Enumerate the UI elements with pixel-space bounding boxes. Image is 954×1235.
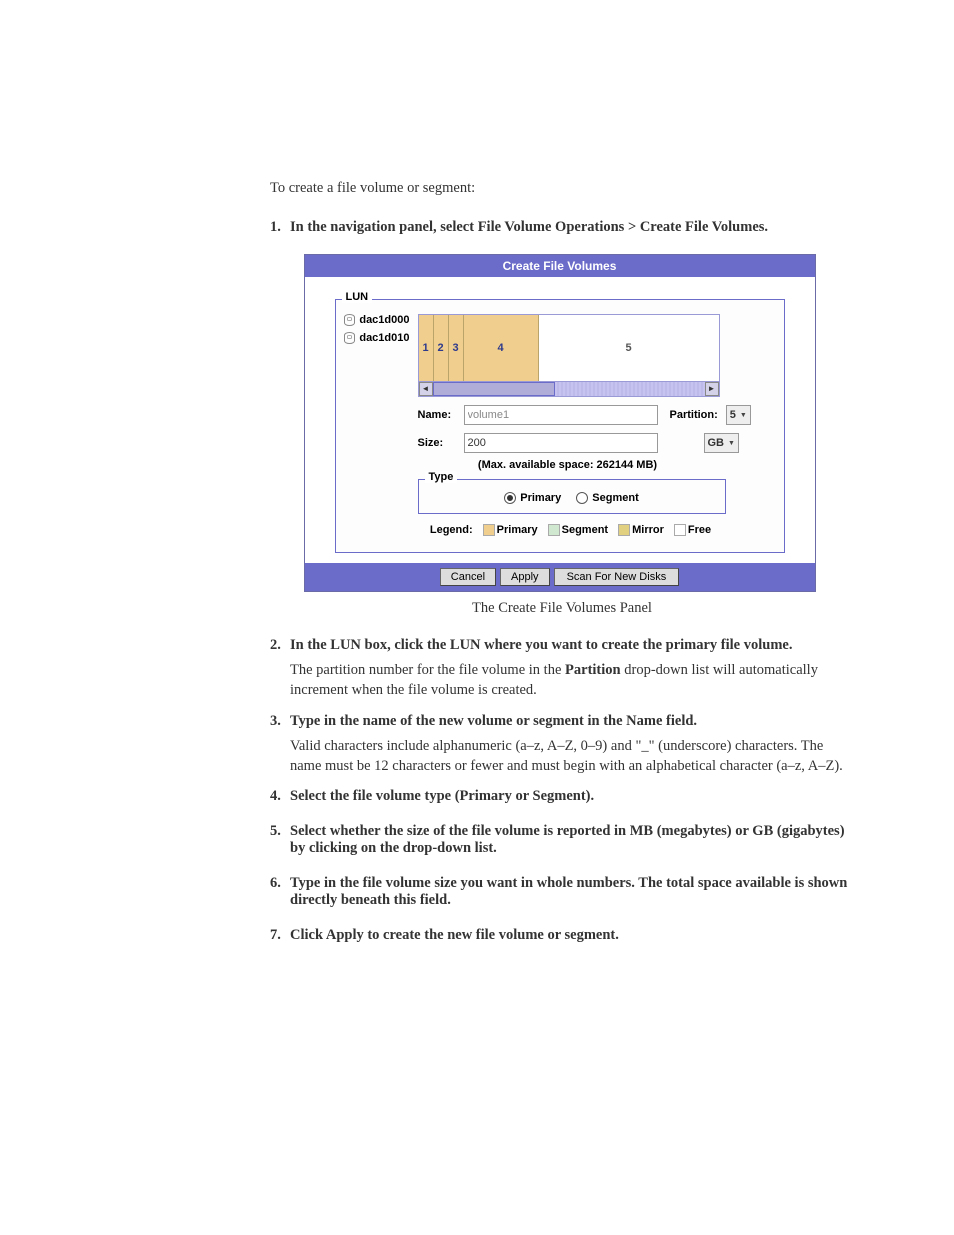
scan-button[interactable]: Scan For New Disks bbox=[554, 568, 680, 586]
legend-label: Legend: bbox=[430, 524, 473, 536]
partition-value: 5 bbox=[730, 409, 736, 421]
type-legend: Type bbox=[425, 471, 458, 483]
panel-title: Create File Volumes bbox=[305, 255, 815, 277]
name-label: Name: bbox=[418, 409, 456, 421]
legend-mirror: Mirror bbox=[632, 524, 664, 536]
lun-list: dac1d000 dac1d010 bbox=[344, 314, 410, 350]
partition-label: Partition: bbox=[670, 409, 718, 421]
step-1-num: 1. bbox=[270, 219, 282, 242]
apply-button[interactable]: Apply bbox=[500, 568, 550, 586]
step-2-num: 2. bbox=[270, 637, 282, 701]
partition-dropdown[interactable]: 5 ▼ bbox=[726, 405, 751, 425]
legend-free: Free bbox=[688, 524, 711, 536]
lun-label: dac1d010 bbox=[359, 332, 409, 344]
partition-cell-2[interactable]: 2 bbox=[434, 315, 449, 381]
step-5-num: 5. bbox=[270, 823, 282, 863]
lun-legend: LUN bbox=[342, 291, 373, 303]
horizontal-scrollbar[interactable]: ◄ ► bbox=[418, 382, 720, 397]
create-file-volumes-panel: Create File Volumes LUN dac1d000 dac1d0 bbox=[304, 254, 816, 592]
scroll-thumb[interactable] bbox=[433, 382, 555, 396]
step-7: 7. Click Apply to create the new file vo… bbox=[270, 927, 854, 950]
step-3: 3. Type in the name of the new volume or… bbox=[270, 713, 854, 777]
legend-primary-swatch bbox=[483, 524, 495, 536]
step-7-num: 7. bbox=[270, 927, 282, 950]
size-input[interactable] bbox=[464, 433, 658, 453]
step-3-num: 3. bbox=[270, 713, 282, 777]
unit-value: GB bbox=[708, 437, 725, 449]
legend-mirror-swatch bbox=[618, 524, 630, 536]
scroll-right-button[interactable]: ► bbox=[705, 382, 719, 396]
lun-item-dac1d010[interactable]: dac1d010 bbox=[344, 332, 410, 344]
cancel-button[interactable]: Cancel bbox=[440, 568, 496, 586]
legend-free-swatch bbox=[674, 524, 686, 536]
lun-label: dac1d000 bbox=[359, 314, 409, 326]
disk-icon bbox=[344, 332, 356, 344]
max-space-text: (Max. available space: 262144 MB) bbox=[418, 459, 718, 471]
step-2-title: In the LUN box, click the LUN where you … bbox=[290, 637, 854, 654]
step-2: 2. In the LUN box, click the LUN where y… bbox=[270, 637, 854, 701]
legend-segment-swatch bbox=[548, 524, 560, 536]
step-6-num: 6. bbox=[270, 875, 282, 915]
step-6: 6. Type in the file volume size you want… bbox=[270, 875, 854, 915]
step-5: 5. Select whether the size of the file v… bbox=[270, 823, 854, 863]
scroll-left-button[interactable]: ◄ bbox=[419, 382, 433, 396]
step-5-title: Select whether the size of the file volu… bbox=[290, 823, 854, 857]
step-3-desc: Valid characters include alphanumeric (a… bbox=[290, 736, 854, 777]
type-fieldset: Type Primary Segment bbox=[418, 479, 726, 514]
step-1: 1. In the navigation panel, select File … bbox=[270, 219, 854, 242]
figure-caption: The Create File Volumes Panel bbox=[270, 600, 854, 617]
unit-dropdown[interactable]: GB ▼ bbox=[704, 433, 739, 453]
legend-primary: Primary bbox=[497, 524, 538, 536]
partition-cell-3[interactable]: 3 bbox=[449, 315, 464, 381]
primary-radio[interactable]: Primary bbox=[504, 492, 561, 504]
radio-on-icon bbox=[504, 492, 516, 504]
lun-item-dac1d000[interactable]: dac1d000 bbox=[344, 314, 410, 326]
chevron-down-icon: ▼ bbox=[728, 440, 735, 447]
segment-radio[interactable]: Segment bbox=[576, 492, 638, 504]
step-2-desc: The partition number for the file volume… bbox=[290, 660, 854, 701]
legend-row: Legend: Primary Segment Mirror Free bbox=[418, 524, 724, 536]
intro-text: To create a file volume or segment: bbox=[270, 180, 854, 197]
step-3-title: Type in the name of the new volume or se… bbox=[290, 713, 854, 730]
legend-segment: Segment bbox=[562, 524, 608, 536]
radio-off-icon bbox=[576, 492, 588, 504]
step-4: 4. Select the file volume type (Primary … bbox=[270, 788, 854, 811]
partition-visual[interactable]: 1 2 3 4 5 bbox=[418, 314, 720, 382]
step-7-title: Click Apply to create the new file volum… bbox=[290, 927, 854, 944]
partition-cell-1[interactable]: 1 bbox=[419, 315, 434, 381]
name-input[interactable] bbox=[464, 405, 658, 425]
chevron-down-icon: ▼ bbox=[740, 412, 747, 419]
lun-fieldset: LUN dac1d000 dac1d010 bbox=[335, 299, 785, 553]
segment-radio-label: Segment bbox=[592, 492, 638, 504]
primary-radio-label: Primary bbox=[520, 492, 561, 504]
step-1-title: In the navigation panel, select File Vol… bbox=[290, 219, 854, 236]
partition-cell-5[interactable]: 5 bbox=[539, 315, 719, 381]
scroll-track[interactable] bbox=[433, 382, 705, 396]
step-6-title: Type in the file volume size you want in… bbox=[290, 875, 854, 909]
panel-footer: Cancel Apply Scan For New Disks bbox=[305, 563, 815, 591]
partition-cell-4[interactable]: 4 bbox=[464, 315, 539, 381]
size-label: Size: bbox=[418, 437, 456, 449]
step-4-num: 4. bbox=[270, 788, 282, 811]
step-4-title: Select the file volume type (Primary or … bbox=[290, 788, 854, 805]
disk-icon bbox=[344, 314, 356, 326]
